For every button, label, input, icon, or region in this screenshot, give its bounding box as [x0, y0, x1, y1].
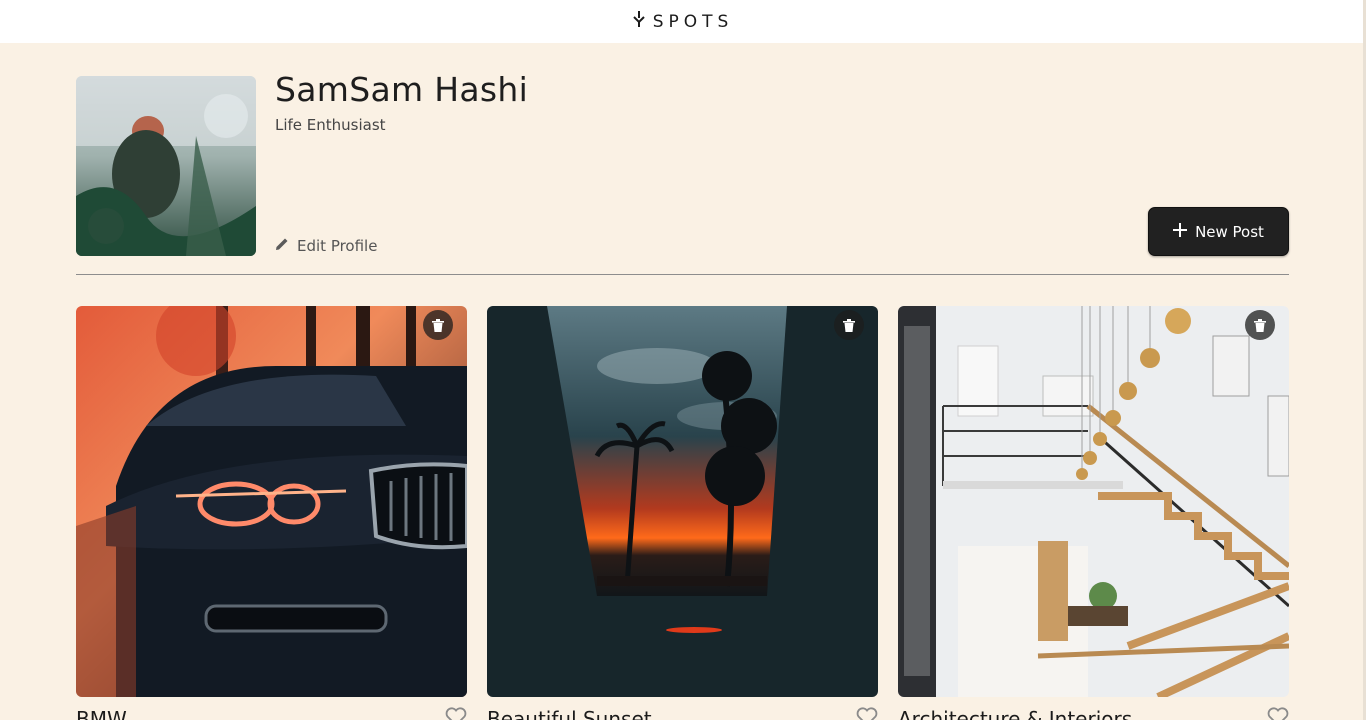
card-footer: BMW — [76, 707, 467, 720]
edit-profile-button[interactable]: Edit Profile — [275, 237, 377, 255]
profile-divider — [76, 274, 1289, 275]
card-image-sunset[interactable] — [487, 306, 878, 697]
new-post-label: New Post — [1195, 222, 1264, 241]
card-footer: Architecture & Interiors — [898, 707, 1289, 720]
card-footer: Beautiful Sunset — [487, 707, 878, 720]
card-title: Beautiful Sunset — [487, 707, 652, 720]
top-header: SPOTS — [0, 0, 1366, 43]
card-image-car[interactable] — [76, 306, 467, 697]
trash-icon — [1254, 318, 1266, 332]
heart-icon[interactable] — [1267, 707, 1289, 720]
edit-profile-label: Edit Profile — [297, 237, 378, 255]
delete-card-button[interactable] — [423, 310, 453, 340]
pencil-icon — [275, 237, 289, 255]
spots-logo[interactable]: SPOTS — [632, 11, 734, 32]
fork-icon — [632, 11, 645, 32]
trash-icon — [843, 318, 855, 332]
trash-icon — [432, 318, 444, 332]
profile-name: SamSam Hashi — [275, 70, 529, 109]
new-post-button[interactable]: New Post — [1148, 207, 1289, 256]
card-title: Architecture & Interiors — [898, 707, 1133, 720]
delete-card-button[interactable] — [1245, 310, 1275, 340]
card-title: BMW — [76, 707, 127, 720]
card-architecture: Architecture & Interiors — [898, 306, 1289, 720]
heart-icon[interactable] — [445, 707, 467, 720]
heart-icon[interactable] — [856, 707, 878, 720]
card-image-staircase[interactable] — [898, 306, 1289, 697]
card-bmw: BMW — [76, 306, 467, 720]
delete-card-button[interactable] — [834, 310, 864, 340]
logo-text: SPOTS — [652, 11, 734, 32]
profile-avatar — [76, 76, 256, 256]
profile-description: Life Enthusiast — [275, 116, 386, 134]
plus-icon — [1173, 222, 1188, 241]
card-sunset: Beautiful Sunset — [487, 306, 878, 720]
